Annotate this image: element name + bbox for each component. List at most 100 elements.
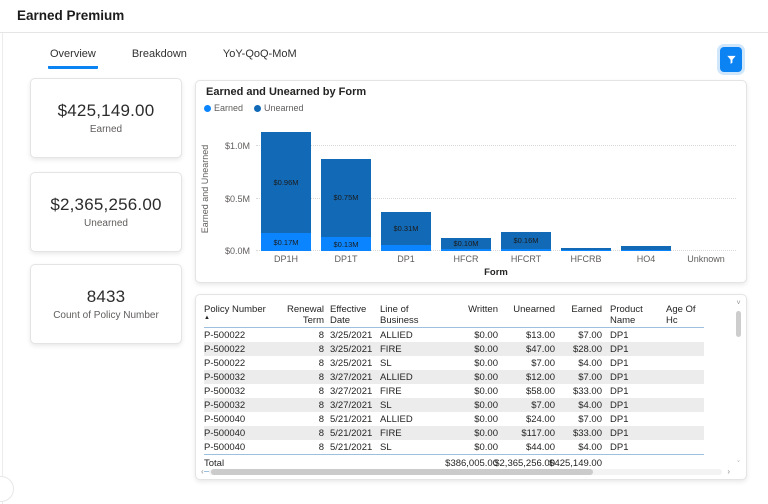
bar-slot — [556, 248, 616, 251]
table-cell: 8 — [268, 442, 324, 453]
table-cell: $0.00 — [446, 372, 498, 383]
table-cell: $58.00 — [498, 386, 555, 397]
table-cell: 8 — [268, 400, 324, 411]
table-cell: DP1 — [602, 414, 658, 425]
table-row[interactable]: P-50003283/27/2021ALLIED$0.00$12.00$7.00… — [204, 370, 704, 384]
x-axis-title: Form — [256, 267, 736, 278]
table-cell: 8 — [268, 372, 324, 383]
table-cell: FIRE — [380, 386, 446, 397]
horizontal-scrollbar[interactable]: ‹ › — [201, 468, 730, 476]
bar-data-label: $0.13M — [333, 240, 358, 249]
legend-item-earned[interactable]: Earned — [204, 103, 243, 113]
tab-yoy-qoq-mom[interactable]: YoY-QoQ-MoM — [221, 48, 299, 69]
column-header-unearned[interactable]: Unearned — [498, 300, 555, 326]
table-cell: 8 — [268, 344, 324, 355]
tab-overview[interactable]: Overview — [48, 48, 98, 69]
report-tabs: Overview Breakdown YoY-QoQ-MoM — [48, 48, 299, 69]
column-header-line-of-business[interactable]: Line of Business — [380, 300, 446, 326]
x-axis-tick: Unknown — [676, 254, 736, 264]
vertical-scrollbar[interactable]: ˅ ˇ — [734, 300, 743, 468]
bar-segment-earned: $0.17M — [261, 233, 311, 251]
column-header-label: Line of Business — [380, 304, 419, 326]
tab-breakdown[interactable]: Breakdown — [130, 48, 189, 69]
chart-plot: Earned and Unearned $0.96M$0.17M$0.75M$0… — [256, 126, 736, 251]
bar-data-label: $0.31M — [393, 224, 418, 233]
table-cell: 8 — [268, 428, 324, 439]
table-cell: P-500040 — [204, 414, 268, 425]
table-cell: DP1 — [602, 400, 658, 411]
table-cell: $7.00 — [555, 330, 602, 341]
table-cell: DP1 — [602, 442, 658, 453]
table-cell: $0.00 — [446, 330, 498, 341]
sort-ascending-icon: ▲ — [204, 315, 268, 322]
canvas-left-border — [2, 33, 3, 504]
x-axis-tick: HFCR — [436, 254, 496, 264]
bar-slot: $0.16M — [496, 232, 556, 251]
table-row[interactable]: P-50003283/27/2021FIRE$0.00$58.00$33.00D… — [204, 384, 704, 398]
vertical-scroll-thumb[interactable] — [736, 311, 741, 337]
table-cell: $28.00 — [555, 344, 602, 355]
table-cell: $47.00 — [498, 344, 555, 355]
scroll-left-icon[interactable]: ‹ — [201, 467, 204, 476]
table-cell: $13.00 — [498, 330, 555, 341]
scroll-down-icon[interactable]: ˇ — [734, 461, 743, 468]
column-header-effective-date[interactable]: Effective Date — [324, 300, 380, 326]
y-axis-tick: $1.0M — [225, 141, 250, 151]
bar-dp1t[interactable]: $0.75M $0.13M — [321, 159, 371, 251]
bar-segment-earned — [381, 245, 431, 251]
column-header-product-name[interactable]: Product Name — [602, 300, 658, 326]
table-cell: $0.00 — [446, 386, 498, 397]
table-row[interactable]: P-50002283/25/2021SL$0.00$7.00$4.00DP1 — [204, 356, 704, 370]
table-cell: SL — [380, 358, 446, 369]
table-row[interactable]: P-50003283/27/2021SL$0.00$7.00$4.00DP1 — [204, 398, 704, 412]
bar-slot: $0.31M — [376, 212, 436, 251]
kpi-label: Count of Policy Number — [53, 310, 159, 321]
chart-card: Earned and Unearned by Form EarnedUnearn… — [195, 80, 747, 283]
x-axis-tick: DP1H — [256, 254, 316, 264]
table-body: P-50002283/25/2021ALLIED$0.00$13.00$7.00… — [204, 328, 704, 454]
bar-segment-earned — [621, 250, 671, 251]
table-cell: DP1 — [602, 330, 658, 341]
table-cell: $7.00 — [498, 358, 555, 369]
bar-dp1h[interactable]: $0.96M$0.17M — [261, 132, 311, 251]
table-cell: $4.00 — [555, 442, 602, 453]
horizontal-scroll-thumb[interactable] — [211, 469, 593, 475]
column-header-label: Product Name — [610, 304, 643, 326]
table-cell: 8 — [268, 414, 324, 425]
legend-item-unearned[interactable]: Unearned — [254, 103, 304, 113]
bar-ho4[interactable] — [621, 246, 671, 251]
column-header-label: Effective Date — [330, 304, 366, 326]
bar-dp1[interactable]: $0.31M — [381, 212, 431, 251]
kpi-value: $425,149.00 — [58, 101, 155, 121]
column-header-renewal-term[interactable]: Renewal Term — [268, 300, 324, 326]
table-row[interactable]: P-50004085/21/2021ALLIED$0.00$24.00$7.00… — [204, 412, 704, 426]
column-header-label: Renewal Term — [287, 304, 324, 326]
table-cell: SL — [380, 400, 446, 411]
scroll-right-icon[interactable]: › — [727, 467, 730, 476]
table-cell: DP1 — [602, 386, 658, 397]
scroll-up-icon[interactable]: ˅ — [734, 300, 743, 307]
bar-segment-unearned: $0.96M — [261, 132, 311, 233]
table-cell: $0.00 — [446, 344, 498, 355]
bar-hfcr[interactable]: $0.10M — [441, 238, 491, 251]
bar-data-label: $0.75M — [333, 193, 358, 202]
table-cell: $117.00 — [498, 428, 555, 439]
column-header-policy-number[interactable]: Policy Number▲ — [204, 300, 268, 326]
table-row[interactable]: P-50002283/25/2021ALLIED$0.00$13.00$7.00… — [204, 328, 704, 342]
filter-button[interactable] — [720, 47, 742, 72]
table-cell: DP1 — [602, 344, 658, 355]
table-row[interactable]: P-50004085/21/2021FIRE$0.00$117.00$33.00… — [204, 426, 704, 440]
x-axis-tick: DP1 — [376, 254, 436, 264]
column-header-earned[interactable]: Earned — [555, 300, 602, 326]
table-row[interactable]: P-50002283/25/2021FIRE$0.00$47.00$28.00D… — [204, 342, 704, 356]
bar-slot: $0.96M$0.17M — [256, 132, 316, 251]
bar-hfcrb[interactable] — [561, 248, 611, 251]
column-header-written[interactable]: Written — [446, 300, 498, 326]
kpi-value: $2,365,256.00 — [50, 195, 161, 215]
table-row[interactable]: P-50004085/21/2021SL$0.00$44.00$4.00DP1 — [204, 440, 704, 454]
table-cell: FIRE — [380, 428, 446, 439]
column-header-age-of-hc[interactable]: Age Of Hc — [658, 300, 700, 326]
table-cell: 8 — [268, 386, 324, 397]
table-cell: 3/25/2021 — [324, 330, 380, 341]
bar-hfcrt[interactable]: $0.16M — [501, 232, 551, 251]
